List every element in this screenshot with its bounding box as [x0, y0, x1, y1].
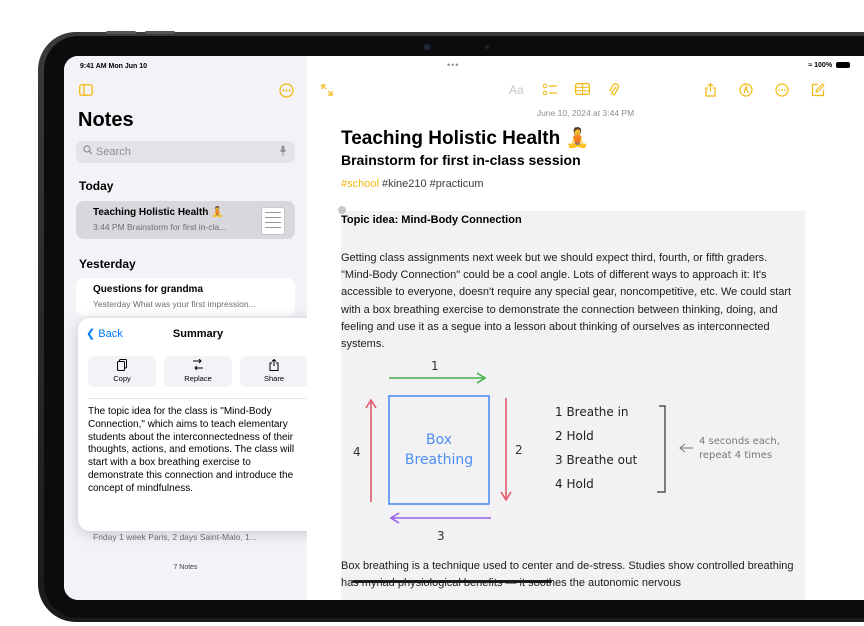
wifi-icon: ≈	[808, 62, 813, 69]
battery-icon	[836, 62, 850, 69]
note-item-questions[interactable]: Questions for grandma Yesterday What was…	[76, 278, 295, 316]
sidebar-title: Notes	[78, 109, 134, 131]
note-editor: ••• ≈ 100% Aa June 10, 2024 at 3:44 PM T…	[307, 56, 864, 600]
notes-count: 7 Notes	[173, 564, 198, 571]
expand-icon[interactable]	[321, 84, 333, 99]
note-subtitle[interactable]: Brainstorm for first in-class session	[341, 152, 581, 168]
step-1: 1 Breathe in	[555, 405, 629, 419]
popover-title: Summary	[172, 328, 224, 340]
screen: 9:41 AM Mon Jun 10 Notes Search Today Te…	[64, 56, 864, 600]
home-indicator[interactable]	[352, 580, 552, 583]
sketch-number-4: 4	[353, 445, 361, 459]
summary-text: The topic idea for the class is "Mind-Bo…	[88, 406, 295, 494]
replace-button[interactable]: Replace	[164, 356, 232, 387]
note-item-preview: Yesterday What was your first impression…	[93, 299, 256, 309]
box-label-1: Box	[426, 432, 452, 448]
tag-school[interactable]: #school	[341, 178, 379, 190]
compose-icon[interactable]	[811, 83, 825, 100]
note-item-title: Questions for grandma	[93, 284, 204, 295]
volume-button-2	[145, 31, 175, 34]
markup-icon[interactable]	[739, 83, 753, 100]
attachment-icon[interactable]	[609, 83, 619, 100]
sketch-number-2: 2	[515, 443, 523, 457]
multitasking-dots[interactable]: •••	[447, 60, 459, 70]
step-3: 3 Breathe out	[555, 453, 638, 467]
sketch-number-3: 3	[437, 529, 445, 543]
share-icon[interactable]	[705, 83, 716, 100]
box-label-2: Breathing	[405, 452, 473, 468]
tag-others[interactable]: #kine210 #practicum	[379, 178, 484, 190]
status-right: ≈ 100%	[808, 62, 850, 69]
note-title[interactable]: Teaching Holistic Health 🧘	[341, 126, 589, 150]
note-date: June 10, 2024 at 3:44 PM	[536, 108, 635, 118]
sketch-note-2: repeat 4 times	[699, 450, 772, 461]
replace-label: Replace	[184, 374, 212, 383]
note-item-teaching[interactable]: Teaching Holistic Health 🧘 3:44 PM Brain…	[76, 201, 295, 239]
search-placeholder: Search	[96, 146, 131, 158]
share-button[interactable]: Share	[240, 356, 308, 387]
copy-icon	[88, 359, 156, 374]
note-thumbnail	[261, 207, 285, 235]
box-breathing-sketch[interactable]: 1 Box Breathing 2 3 4 1 Breathe in 2 Hol…	[341, 356, 805, 546]
sketch-note-1: 4 seconds each,	[699, 436, 780, 447]
more-icon[interactable]	[775, 83, 789, 100]
section-header-yesterday: Yesterday	[79, 257, 136, 271]
table-icon[interactable]	[575, 83, 591, 98]
step-2: 2 Hold	[555, 429, 594, 443]
battery-percent: 100%	[814, 62, 833, 69]
step-4: 4 Hold	[555, 477, 594, 491]
share-label: Share	[263, 374, 284, 383]
sketch-number-1: 1	[431, 359, 439, 373]
divider	[88, 398, 308, 399]
selection-handle[interactable]	[338, 206, 346, 214]
note-tags[interactable]: #school #kine210 #practicum	[341, 178, 483, 190]
camera	[424, 44, 430, 50]
section-header-today: Today	[79, 179, 114, 193]
topic-heading[interactable]: Topic idea: Mind-Body Connection	[341, 214, 522, 226]
search-field[interactable]: Search	[76, 141, 295, 163]
sidebar-toggle-icon[interactable]	[79, 84, 93, 99]
replace-icon	[164, 358, 232, 373]
copy-label: Copy	[113, 374, 131, 383]
note-item-preview: 3:44 PM Brainstorm for first in-cla...	[93, 222, 227, 232]
volume-button	[106, 31, 136, 34]
microphone-icon[interactable]	[279, 145, 287, 159]
note-item-preview-partial[interactable]: Friday 1 week Paris, 2 days Saint-Malo, …	[93, 532, 257, 542]
sensor	[485, 45, 489, 49]
search-icon	[83, 145, 93, 158]
copy-button[interactable]: Copy	[88, 356, 156, 387]
summary-popover: ❮ Back Summary Copy Replace Share The to…	[78, 318, 328, 531]
note-paragraph-1[interactable]: Getting class assignments next week but …	[341, 250, 796, 353]
text-format-icon[interactable]: Aa	[509, 83, 524, 97]
note-item-title: Teaching Holistic Health 🧘	[93, 207, 224, 218]
note-paragraph-2[interactable]: Box breathing is a technique used to cen…	[341, 558, 796, 592]
status-time: 9:41 AM Mon Jun 10	[80, 63, 148, 70]
checklist-icon[interactable]	[542, 83, 557, 99]
more-options-icon[interactable]	[279, 83, 294, 101]
share-icon	[240, 358, 308, 374]
